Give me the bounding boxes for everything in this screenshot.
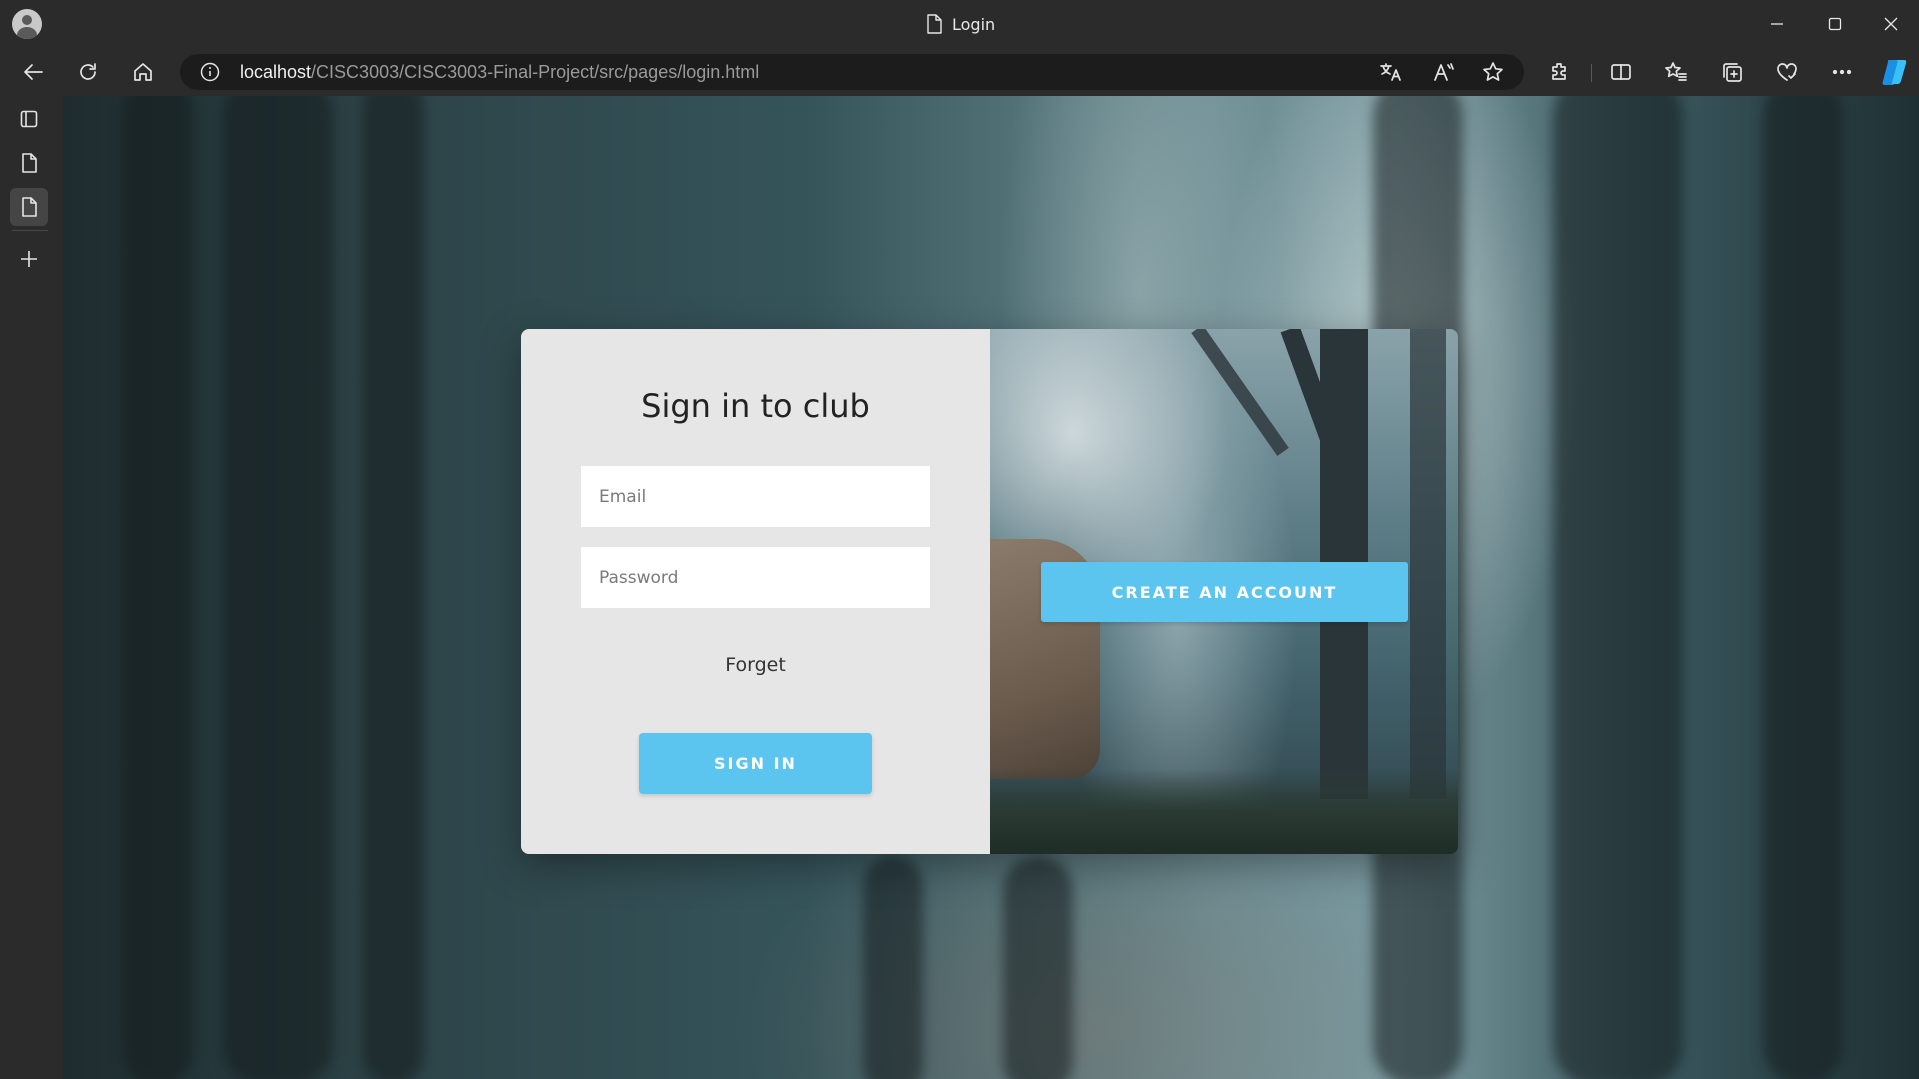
extensions-button[interactable] — [1542, 54, 1578, 90]
profile-icon[interactable] — [12, 9, 42, 39]
sidebar-page-button[interactable] — [10, 144, 48, 182]
title-bar: Login — [0, 0, 1919, 48]
forget-password-link[interactable]: Forget — [521, 654, 990, 676]
window-title: Login — [926, 12, 995, 36]
toolbar-separator — [1591, 64, 1592, 82]
email-input[interactable] — [581, 466, 930, 527]
background-tree — [1003, 856, 1073, 1079]
browser-sidebar — [0, 96, 63, 1079]
read-aloud-icon — [1434, 63, 1454, 81]
background-tree — [863, 856, 923, 1079]
panel-tree-trunk — [1410, 329, 1446, 799]
more-button[interactable] — [1824, 54, 1860, 90]
maximize-icon — [1828, 17, 1842, 31]
read-aloud-button[interactable] — [1425, 54, 1461, 90]
sign-in-title: Sign in to club — [641, 387, 870, 425]
tab-actions-button[interactable] — [10, 100, 48, 138]
browser-essentials-button[interactable] — [1769, 54, 1805, 90]
close-button[interactable] — [1863, 0, 1919, 48]
back-icon — [24, 64, 43, 80]
window-title-text: Login — [952, 14, 996, 34]
favorites-icon — [1665, 62, 1687, 81]
favorites-button[interactable] — [1658, 54, 1694, 90]
create-account-button[interactable]: CREATE AN ACCOUNT — [1041, 562, 1408, 622]
collections-button[interactable] — [1714, 54, 1750, 90]
collections-icon — [1723, 63, 1742, 82]
url-text[interactable]: localhost/CISC3003/CISC3003-Final-Projec… — [240, 54, 759, 90]
tab-actions-icon — [20, 110, 38, 128]
more-icon — [1832, 69, 1852, 75]
copilot-button[interactable] — [1876, 54, 1912, 90]
sign-in-panel: Sign in to club Forget SIGN IN — [521, 329, 990, 854]
login-card: Sign in to club Forget SIGN IN CREATE AN… — [521, 329, 1458, 854]
minimize-button[interactable] — [1749, 0, 1805, 48]
page-icon — [22, 197, 37, 217]
extensions-icon — [1552, 63, 1566, 80]
address-bar[interactable]: localhost/CISC3003/CISC3003-Final-Projec… — [180, 54, 1524, 90]
split-screen-icon — [1611, 64, 1631, 80]
info-icon[interactable] — [200, 62, 220, 82]
back-button[interactable] — [15, 54, 51, 90]
maximize-button[interactable] — [1807, 0, 1863, 48]
close-icon — [1884, 17, 1898, 31]
add-sidebar-app-button[interactable] — [10, 240, 48, 278]
background-tree — [1553, 96, 1683, 1079]
split-screen-button[interactable] — [1603, 54, 1639, 90]
translate-icon — [1380, 63, 1401, 81]
sidebar-active-page-button[interactable] — [10, 188, 48, 226]
favorite-star-icon — [1483, 62, 1503, 81]
refresh-button[interactable] — [70, 54, 106, 90]
background-tree — [1763, 96, 1843, 1079]
panel-tree-branch — [1191, 329, 1289, 456]
background-tree — [123, 96, 193, 1079]
translate-button[interactable] — [1372, 54, 1408, 90]
sidebar-page-icon — [22, 153, 37, 173]
minimize-icon — [1771, 23, 1783, 25]
browser-toolbar: localhost/CISC3003/CISC3003-Final-Projec… — [0, 48, 1919, 96]
forest-floor — [990, 769, 1458, 854]
home-button[interactable] — [125, 54, 161, 90]
sign-in-button[interactable]: SIGN IN — [639, 733, 872, 794]
page-viewport: Sign in to club Forget SIGN IN CREATE AN… — [63, 96, 1919, 1079]
home-icon — [134, 63, 152, 81]
favorite-button[interactable] — [1475, 54, 1511, 90]
refresh-icon — [80, 63, 96, 80]
url-path: /CISC3003/CISC3003-Final-Project/src/pag… — [311, 62, 760, 82]
background-tree — [223, 96, 333, 1079]
browser-essentials-icon — [1777, 63, 1797, 81]
page-icon — [927, 14, 942, 34]
url-host: localhost — [240, 62, 312, 82]
create-account-panel: CREATE AN ACCOUNT — [990, 329, 1458, 854]
background-tree — [363, 96, 423, 1079]
password-input[interactable] — [581, 547, 930, 608]
add-icon — [21, 251, 37, 267]
copilot-icon — [1882, 60, 1907, 85]
sidebar-divider — [12, 230, 48, 231]
